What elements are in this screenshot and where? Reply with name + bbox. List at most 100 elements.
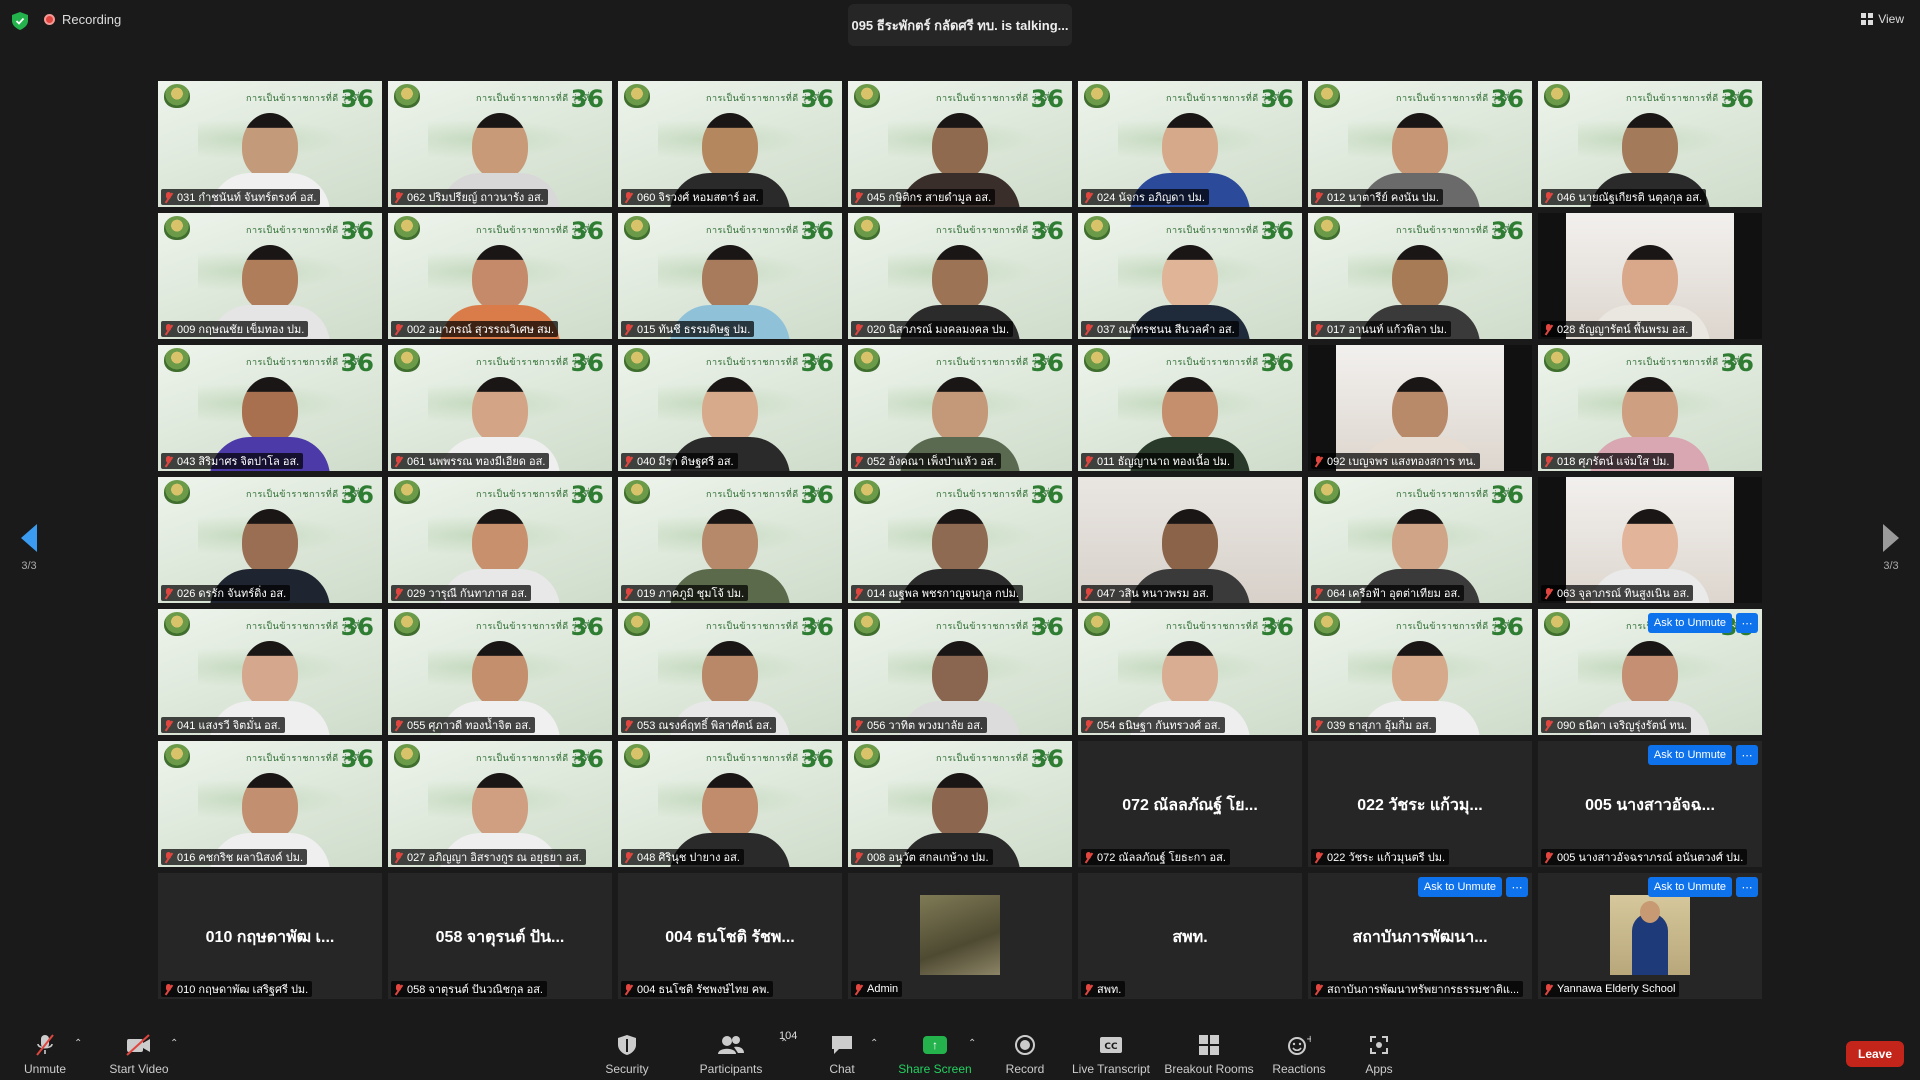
virtual-background-banner: การเป็นข้าราชการที่ดี รุ่นที่36 — [388, 345, 612, 377]
participant-tile[interactable]: การเป็นข้าราชการที่ดี รุ่นที่ 36 048 ศิริน… — [618, 741, 842, 867]
apps-button[interactable]: Apps — [1334, 1032, 1424, 1076]
participant-name: 048 ศิรินุช ปายาง อส. — [637, 852, 740, 864]
video-options-caret-icon[interactable]: ⌃ — [170, 1038, 178, 1049]
ask-to-unmute-button[interactable]: Ask to Unmute — [1647, 745, 1732, 765]
participants-button[interactable]: 104 Participants — [686, 1030, 798, 1076]
live-transcript-button[interactable]: CC Live Transcript — [1066, 1032, 1156, 1076]
recording-indicator[interactable]: Recording — [44, 12, 121, 27]
virtual-background-banner: การเป็นข้าราชการที่ดี รุ่นที่36 — [1538, 81, 1762, 113]
participant-tile[interactable]: สถาบันการพัฒนา... สถาบันการพัฒนาทรัพยากรธ… — [1308, 873, 1532, 999]
participant-tile[interactable]: การเป็นข้าราชการที่ดี รุ่นที่ 36 016 คชกริ… — [158, 741, 382, 867]
participant-tile[interactable]: การเป็นข้าราชการที่ดี รุ่นที่ 36 011 ธัญญา… — [1078, 345, 1302, 471]
participant-tile[interactable]: การเป็นข้าราชการที่ดี รุ่นที่ 36 031 กำชนั… — [158, 81, 382, 207]
org-logo-icon — [854, 216, 880, 240]
participant-tile[interactable]: การเป็นข้าราชการที่ดี รุ่นที่ 36 037 ณภัทร… — [1078, 213, 1302, 339]
participant-tile[interactable]: การเป็นข้าราชการที่ดี รุ่นที่ 36 039 ธาสุภ… — [1308, 609, 1532, 735]
participant-name: 026 ดรรัก จันทร์ดิ่ง อส. — [177, 588, 287, 600]
ask-to-unmute-button[interactable]: Ask to Unmute — [1647, 877, 1732, 897]
muted-mic-icon — [854, 851, 863, 863]
participant-tile[interactable]: การเป็นข้าราชการที่ดี รุ่นที่ 36 027 อภิญญ… — [388, 741, 612, 867]
participant-tile[interactable]: 004 ธนโชติ รัชพ... 004 ธนโชติ รัชพงษ์ไทย … — [618, 873, 842, 999]
participant-tile[interactable]: 058 จาตุรนต์ ปัน... 058 จาตุรนต์ ปันวณิชก… — [388, 873, 612, 999]
participant-tile[interactable]: 092 เบญจพร แสงทองสการ ทน. — [1308, 345, 1532, 471]
share-screen-button[interactable]: ↑ Share Screen — [890, 1032, 980, 1076]
participant-tile[interactable]: การเป็นข้าราชการที่ดี รุ่นที่ 36 012 นาตาร… — [1308, 81, 1532, 207]
ask-to-unmute-button[interactable]: Ask to Unmute — [1417, 877, 1502, 897]
participant-tile[interactable]: การเป็นข้าราชการที่ดี รุ่นที่ 36 009 กฤษณช… — [158, 213, 382, 339]
virtual-background-banner: การเป็นข้าราชการที่ดี รุ่นที่36 — [848, 81, 1072, 113]
view-button[interactable]: View — [1861, 12, 1904, 26]
next-page-button[interactable]: 3/3 — [1878, 524, 1904, 572]
virtual-background-banner: การเป็นข้าราชการที่ดี รุ่นที่36 — [388, 81, 612, 113]
participant-tile[interactable]: การเป็นข้าราชการที่ดี รุ่นที่ 36 018 ศุภรั… — [1538, 345, 1762, 471]
leave-button[interactable]: Leave — [1846, 1041, 1904, 1067]
participant-tile[interactable]: Admin — [848, 873, 1072, 999]
participant-tile[interactable]: การเป็นข้าราชการที่ดี รุ่นที่ 36 020 นิสาภ… — [848, 213, 1072, 339]
more-options-icon[interactable]: ⋯ — [1736, 877, 1758, 897]
security-shield-icon[interactable] — [12, 12, 28, 30]
participant-tile[interactable]: การเป็นข้าราชการที่ดี รุ่นที่ 36 054 ธนิษฐ… — [1078, 609, 1302, 735]
participant-tile[interactable]: การเป็นข้าราชการที่ดี รุ่นที่ 36 040 มีรา … — [618, 345, 842, 471]
share-caret-icon[interactable]: ⌃ — [968, 1038, 976, 1049]
participant-tile[interactable]: 022 วัชระ แก้วมุ... 022 วัชระ แก้วมุนตรี … — [1308, 741, 1532, 867]
banner-number: 36 — [800, 745, 834, 773]
org-logo-icon — [1314, 216, 1340, 240]
participant-tile[interactable]: การเป็นข้าราชการที่ดี รุ่นที่ 36 064 เครือ… — [1308, 477, 1532, 603]
org-logo-icon — [624, 480, 650, 504]
participant-tile[interactable]: การเป็นข้าราชการที่ดี รุ่นที่ 36 055 ศุภาว… — [388, 609, 612, 735]
participant-tile[interactable]: การเป็นข้าราชการที่ดี รุ่นที่ 36 053 ณรงค์… — [618, 609, 842, 735]
chat-caret-icon[interactable]: ⌃ — [870, 1038, 878, 1049]
participant-tile[interactable]: การเป็นข้าราชการที่ดี รุ่นที่ 36 041 แสงรว… — [158, 609, 382, 735]
participant-name: 016 คชกริช ผลานิสงค์ ปม. — [177, 852, 303, 864]
participant-tile[interactable]: การเป็นข้าราชการที่ดี รุ่นที่ 36 002 อมาภร… — [388, 213, 612, 339]
participant-tile[interactable]: 072 ณัลลภัณฐ์ โย... 072 ณัลลภัณฐ์ โยธะกา … — [1078, 741, 1302, 867]
participant-tile[interactable]: 005 นางสาวอัจฉ... 005 นางสาวอัจฉราภรณ์ อน… — [1538, 741, 1762, 867]
participant-tile[interactable]: การเป็นข้าราชการที่ดี รุ่นที่ 36 029 วารุณ… — [388, 477, 612, 603]
banner-number: 36 — [340, 217, 374, 245]
participants-caret-icon[interactable]: ⌃ — [780, 1038, 788, 1049]
participant-tile[interactable]: การเป็นข้าราชการที่ดี รุ่นที่ 36 024 นัจกร… — [1078, 81, 1302, 207]
participant-tile[interactable]: การเป็นข้าราชการที่ดี รุ่นที่ 36 061 นพพรร… — [388, 345, 612, 471]
muted-mic-icon — [1544, 983, 1553, 995]
participant-tile[interactable]: การเป็นข้าราชการที่ดี รุ่นที่ 36 015 ทันชี… — [618, 213, 842, 339]
participant-tile[interactable]: การเป็นข้าราชการที่ดี รุ่นที่ 36 045 กษิติ… — [848, 81, 1072, 207]
muted-mic-icon — [164, 719, 173, 731]
org-logo-icon — [854, 612, 880, 636]
participants-icon: 104 — [717, 1030, 797, 1058]
more-options-icon[interactable]: ⋯ — [1736, 745, 1758, 765]
participant-name-tag: 055 ศุภาวดี ทองน้ำจิต อส. — [391, 717, 536, 733]
muted-mic-icon — [164, 323, 173, 335]
participant-tile[interactable]: Yannawa Elderly School Ask to Unmute ⋯ — [1538, 873, 1762, 999]
ask-to-unmute-button[interactable]: Ask to Unmute — [1647, 613, 1732, 633]
reactions-button[interactable]: + Reactions — [1254, 1032, 1344, 1076]
record-button[interactable]: Record — [980, 1032, 1070, 1076]
participant-tile[interactable]: การเป็นข้าราชการที่ดี รุ่นที่ 36 014 ณฐพล … — [848, 477, 1072, 603]
participant-tile[interactable]: การเป็นข้าราชการที่ดี รุ่นที่ 36 062 ปริมป… — [388, 81, 612, 207]
previous-page-button[interactable]: 3/3 — [16, 524, 42, 572]
participant-tile[interactable]: 010 กฤษดาพัฒ เ... 010 กฤษดาพัฒ เสริฐศรี ป… — [158, 873, 382, 999]
participant-tile[interactable]: การเป็นข้าราชการที่ดี รุ่นที่ 36 056 วาทิต… — [848, 609, 1072, 735]
participant-tile[interactable]: การเป็นข้าราชการที่ดี รุ่นที่ 36 060 จิรวง… — [618, 81, 842, 207]
participant-tile[interactable]: การเป็นข้าราชการที่ดี รุ่นที่ 36 008 อนุวั… — [848, 741, 1072, 867]
participant-tile[interactable]: การเป็นข้าราชการที่ดี รุ่นที่ 36 017 อานนท… — [1308, 213, 1532, 339]
participant-tile[interactable]: การเป็นข้าราชการที่ดี รุ่นที่36090 ธนิดา… — [1538, 609, 1762, 735]
svg-text:+: + — [1306, 1034, 1311, 1045]
participant-tile[interactable]: การเป็นข้าราชการที่ดี รุ่นที่ 36 026 ดรรัก… — [158, 477, 382, 603]
more-options-icon[interactable]: ⋯ — [1736, 613, 1758, 633]
more-options-icon[interactable]: ⋯ — [1506, 877, 1528, 897]
participant-tile[interactable]: 047 วสิน หนาวพรม อส. — [1078, 477, 1302, 603]
participant-tile[interactable]: 028 ธัญญารัตน์ พื้นพรม อส. — [1538, 213, 1762, 339]
participant-name: สพท. — [1097, 984, 1122, 996]
participant-display-name: สพท. — [1172, 929, 1208, 946]
audio-options-caret-icon[interactable]: ⌃ — [74, 1038, 82, 1049]
participant-tile[interactable]: การเป็นข้าราชการที่ดี รุ่นที่ 36 043 สิริม… — [158, 345, 382, 471]
org-logo-icon — [854, 84, 880, 108]
participant-tile[interactable]: การเป็นข้าราชการที่ดี รุ่นที่ 36 052 อังคณ… — [848, 345, 1072, 471]
security-button[interactable]: Security — [582, 1032, 672, 1076]
participant-display-name: 005 นางสาวอัจฉ... — [1585, 797, 1715, 814]
participant-tile[interactable]: สพท. สพท. — [1078, 873, 1302, 999]
participant-tile[interactable]: การเป็นข้าราชการที่ดี รุ่นที่ 36 046 นายณั… — [1538, 81, 1762, 207]
breakout-rooms-button[interactable]: Breakout Rooms — [1164, 1032, 1254, 1076]
participant-tile[interactable]: การเป็นข้าราชการที่ดี รุ่นที่ 36 019 ภาคภู… — [618, 477, 842, 603]
participant-tile[interactable]: 063 จุลาภรณ์ ทินสูงเนิน อส. — [1538, 477, 1762, 603]
